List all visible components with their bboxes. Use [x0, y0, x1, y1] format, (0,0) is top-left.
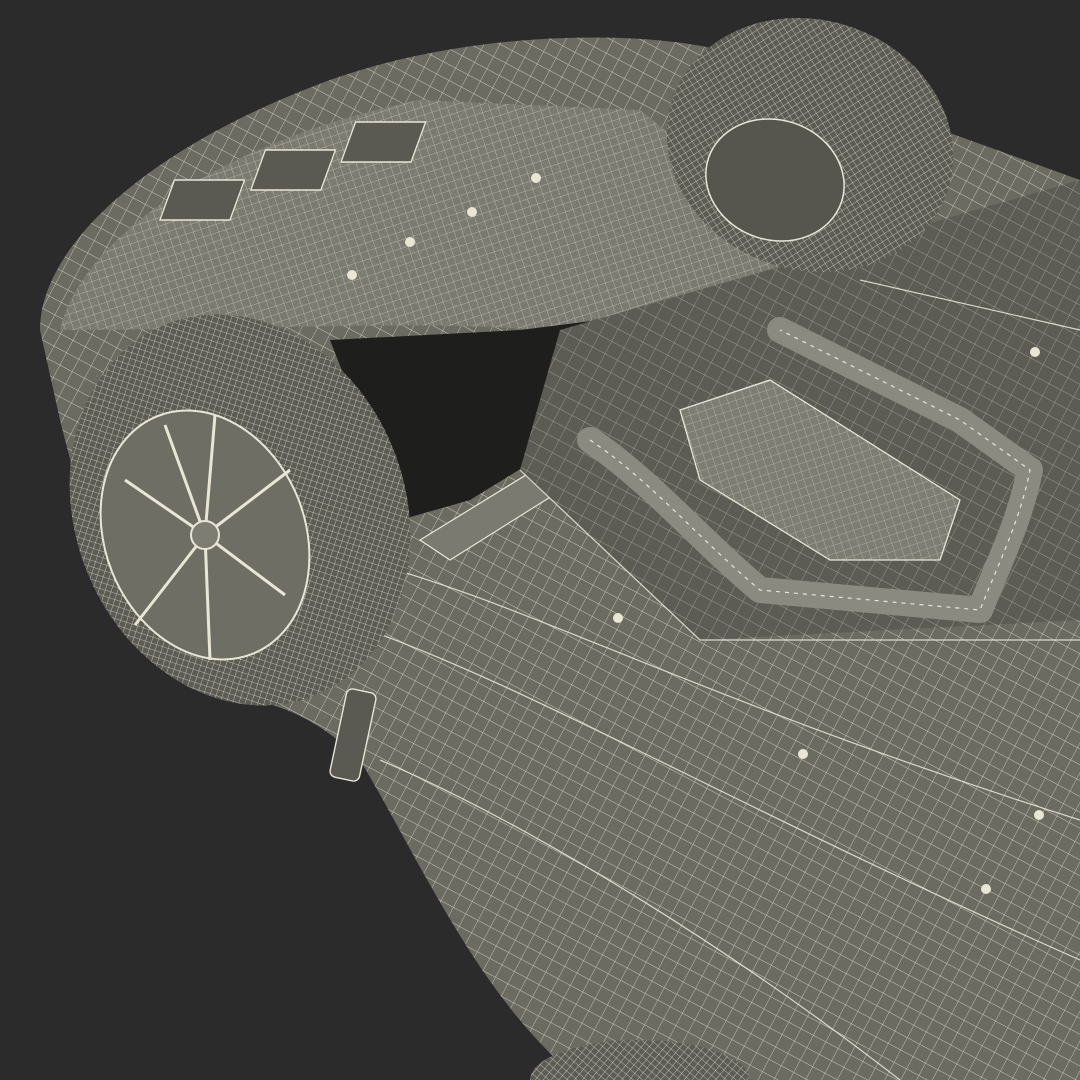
render-viewport — [0, 0, 1080, 1080]
front-wheel-hub — [190, 520, 220, 550]
car-underbody-render — [0, 0, 1080, 1080]
